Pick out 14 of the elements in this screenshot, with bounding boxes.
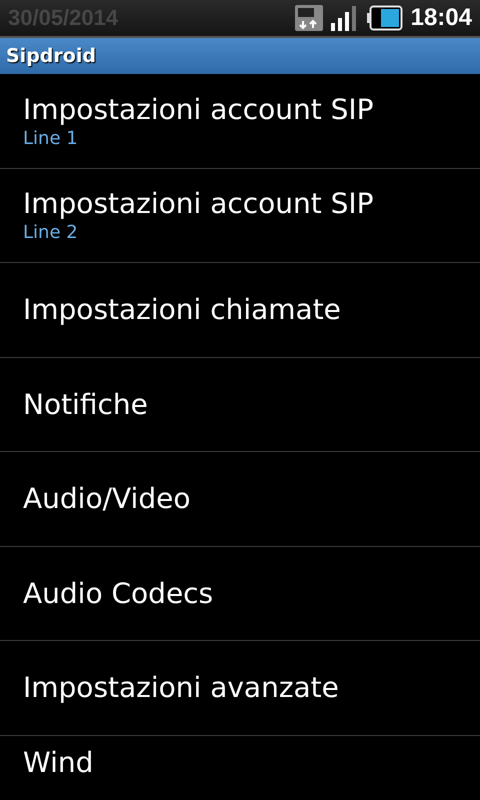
status-time: 18:04 [410, 4, 472, 32]
settings-item[interactable]: Impostazioni chiamate [0, 263, 480, 358]
signal-icon [330, 5, 359, 31]
item-summary: Line 2 [23, 222, 79, 244]
settings-item[interactable]: Audio/Video [0, 452, 480, 546]
settings-item[interactable]: Wind [0, 736, 480, 778]
settings-item[interactable]: Audio Codecs [0, 546, 480, 641]
settings-item[interactable]: Impostazioni avanzate [0, 641, 480, 736]
settings-item[interactable]: Impostazioni account SIP Line 1 [0, 74, 480, 168]
app-title: Sipdroid [6, 45, 96, 67]
battery-icon [366, 5, 403, 31]
settings-item[interactable]: Impostazioni account SIP Line 2 [0, 168, 480, 263]
settings-item[interactable]: Notifiche [0, 358, 480, 452]
item-summary: Line 1 [23, 128, 79, 149]
